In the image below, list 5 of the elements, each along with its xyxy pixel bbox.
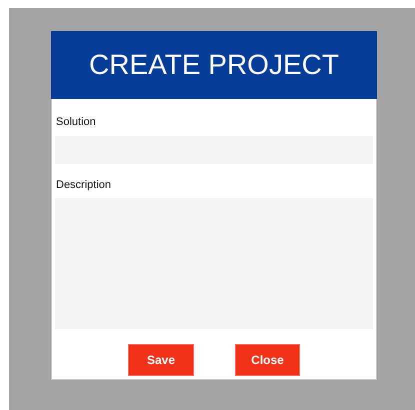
close-button[interactable]: Close bbox=[235, 344, 300, 376]
field-label: Solution bbox=[56, 115, 96, 130]
save-button[interactable]: Save bbox=[128, 344, 194, 376]
dialog-title: CREATE PROJECT bbox=[89, 48, 339, 82]
field-label: Description bbox=[56, 178, 112, 192]
